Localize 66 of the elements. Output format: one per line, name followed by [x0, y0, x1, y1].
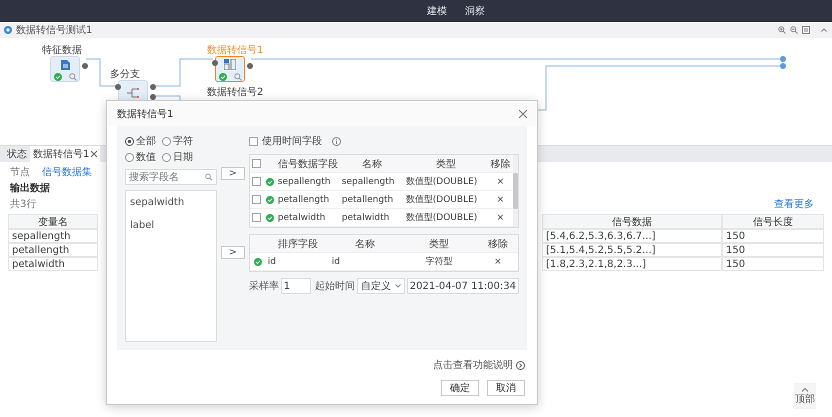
table-cell: petallength: [340, 191, 404, 210]
table-cell: 数值型(DOUBLE): [404, 173, 488, 192]
nav-item[interactable]: 洞察: [465, 4, 485, 18]
table-cell: petallength: [8, 243, 98, 257]
table-cell: 字符型: [400, 253, 478, 272]
node-label: 数据转信号2: [207, 86, 264, 99]
sub-tab[interactable]: 节点: [10, 165, 30, 179]
table-cell: 数值型(DOUBLE): [404, 191, 488, 210]
back-to-top-button[interactable]: 顶部: [794, 383, 816, 409]
column-header: 名称: [330, 235, 400, 254]
table-cell: petallength: [276, 191, 340, 210]
remove-button[interactable]: ×: [478, 253, 518, 272]
panel-tab[interactable]: 数据转信号1: [30, 146, 100, 162]
radio-label: 日期: [173, 150, 193, 164]
table-cell: id: [330, 253, 400, 272]
column-header: 信号数据字段: [276, 155, 340, 174]
radio-label: 数值: [136, 151, 156, 164]
node-label: 特征数据: [42, 44, 82, 57]
dialog-button[interactable]: 确定: [441, 380, 479, 396]
node-label: 数据转信号1: [207, 44, 264, 57]
checkbox-label: 使用时间字段: [262, 134, 322, 148]
field-item[interactable]: sepalwidth: [130, 197, 212, 208]
flow-title: 数据转信号测试1: [16, 24, 92, 37]
table-cell: [1.8,2.3,2.1,8,2.3...]: [542, 257, 722, 271]
table-cell: [5.1,5.4,5.2,5.5,5.2...]: [542, 243, 722, 257]
more-link[interactable]: 查看更多: [774, 197, 814, 211]
field-item[interactable]: label: [130, 220, 212, 232]
table-cell: id: [266, 253, 330, 272]
nav-item[interactable]: 建模: [427, 4, 447, 18]
panel-tab[interactable]: 状态: [4, 146, 30, 162]
column-header: 名称: [340, 155, 404, 174]
field-label: 采样率: [248, 280, 279, 294]
mode-select[interactable]: 自定义: [356, 278, 405, 294]
table-cell: sepallength: [340, 173, 404, 192]
radio-label: 全部: [136, 134, 156, 148]
column-header: 移除: [488, 155, 513, 174]
section-heading: 输出数据: [8, 182, 51, 196]
table-cell: [5.4,6.2,5.3,6.3,6.7...]: [542, 229, 722, 243]
column-header: 信号数据: [542, 214, 722, 229]
column-header: 类型: [404, 155, 488, 174]
radio-label: 字符: [173, 134, 193, 148]
column-header: 排序字段: [266, 235, 330, 254]
move-button[interactable]: >: [220, 246, 245, 260]
table-cell: sepallength: [276, 173, 340, 192]
column-header: 信号长度: [722, 214, 824, 229]
row-count: 共3行: [10, 198, 36, 211]
table-cell: petalwidth: [340, 209, 404, 228]
table-cell: 150: [722, 243, 824, 257]
field-label: 起始时间: [314, 280, 355, 294]
table-cell: 150: [722, 229, 824, 243]
node-label: 多分支: [110, 68, 140, 81]
table-cell: sepallength: [8, 229, 98, 243]
table-cell: petalwidth: [8, 257, 98, 271]
column-header: 类型: [400, 235, 478, 254]
dialog-title: 数据转信号1: [117, 108, 174, 121]
help-link[interactable]: 点击查看功能说明: [433, 358, 513, 372]
column-header: 移除: [478, 235, 518, 254]
move-button[interactable]: >: [220, 167, 245, 180]
table-cell: 150: [722, 257, 824, 271]
table-cell: 数值型(DOUBLE): [404, 209, 488, 228]
date-time-field[interactable]: 2021-04-07 11:00:34: [406, 278, 519, 294]
sub-tab[interactable]: 信号数据集: [42, 165, 92, 179]
table-cell: petalwidth: [276, 209, 340, 228]
sample-rate-field[interactable]: 1: [280, 278, 311, 294]
column-header: 变量名: [8, 214, 98, 229]
dialog-button[interactable]: 取消: [487, 380, 525, 396]
